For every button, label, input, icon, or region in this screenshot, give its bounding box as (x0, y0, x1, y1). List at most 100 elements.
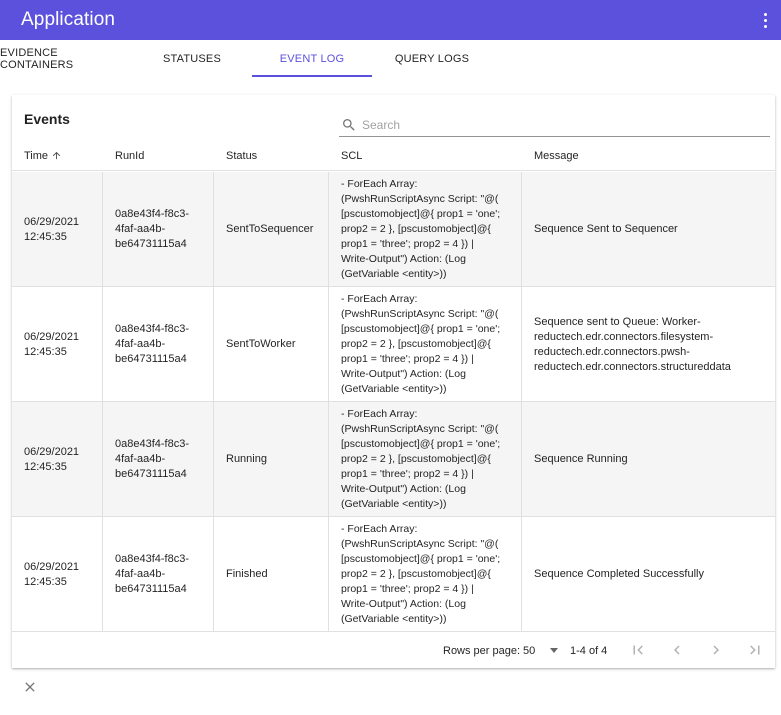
cell-time: 06/29/2021 12:45:35 (12, 402, 103, 517)
status-text: Running (226, 453, 267, 465)
tab-event-log[interactable]: Event Log (252, 40, 372, 77)
time-line: 12:45:35 (24, 460, 67, 473)
message-line: Sequence Running (534, 453, 628, 465)
time-line: 06/29/2021 (24, 215, 80, 228)
cell-status: Running (214, 402, 329, 517)
scl-line: (PwshRunScriptAsync Script: "@( (341, 193, 499, 205)
scl-line: prop1 = 'three'; prop2 = 4 }) | (341, 468, 474, 480)
more-vert-icon[interactable] (757, 8, 773, 32)
status-text: SentToSequencer (226, 223, 314, 235)
tab-query-logs[interactable]: Query Logs (388, 40, 476, 77)
next-page-icon[interactable] (707, 641, 725, 659)
scl-line: Write-Output") Action: (Log (341, 598, 466, 610)
time-line: 12:45:35 (24, 345, 67, 358)
first-page-icon[interactable] (629, 641, 647, 659)
scl-line: - ForEach Array: (341, 523, 418, 535)
scl-line: prop2 = 2 }, [pscustomobject]@{ (341, 338, 491, 350)
cell-status: SentToWorker (214, 287, 329, 402)
table-row[interactable]: 06/29/2021 12:45:35 0a8e43f4-f8c3- 4faf-aa4… (12, 287, 775, 402)
cell-message: Sequence Completed Successfully (522, 517, 775, 632)
runid-line: 0a8e43f4-f8c3- (115, 323, 189, 335)
time-line: 12:45:35 (24, 230, 67, 243)
cell-status: Finished (214, 517, 329, 632)
scl-line: Write-Output") Action: (Log (341, 253, 466, 265)
scl-line: (GetVariable <entity>)) (341, 613, 447, 625)
scl-line: - ForEach Array: (341, 293, 418, 305)
pagination: Rows per page: 50 1-4 of 4 (12, 632, 775, 668)
events-card: Events Time RunId Status SCL Message 06/… (12, 95, 775, 668)
status-text: SentToWorker (226, 338, 296, 350)
column-header-message[interactable]: Message (534, 140, 579, 171)
column-header-scl[interactable]: SCL (341, 140, 362, 171)
scl-line: [pscustomobject]@{ prop1 = 'one'; (341, 438, 501, 450)
cell-message: Sequence sent to Queue: Worker-reductech… (522, 287, 775, 402)
events-title: Events (24, 111, 70, 127)
table-row[interactable]: 06/29/2021 12:45:35 0a8e43f4-f8c3- 4faf-aa4… (12, 172, 775, 287)
scl-line: [pscustomobject]@{ prop1 = 'one'; (341, 323, 501, 335)
tab-statuses[interactable]: Statuses (152, 40, 232, 77)
scl-line: prop1 = 'three'; prop2 = 4 }) | (341, 238, 474, 250)
dropdown-arrow-icon (550, 648, 558, 653)
cell-scl: - ForEach Array: (PwshRunScriptAsync Scri… (329, 517, 522, 632)
runid-line: 4faf-aa4b- (115, 223, 166, 235)
cell-message: Sequence Running (522, 402, 775, 517)
table-header: Time RunId Status SCL Message (12, 140, 775, 171)
last-page-icon[interactable] (746, 641, 764, 659)
scl-line: prop2 = 2 }, [pscustomobject]@{ (341, 568, 491, 580)
runid-line: 0a8e43f4-f8c3- (115, 553, 189, 565)
cell-scl: - ForEach Array: (PwshRunScriptAsync Scri… (329, 402, 522, 517)
runid-line: 0a8e43f4-f8c3- (115, 438, 189, 450)
scl-line: (PwshRunScriptAsync Script: "@( (341, 538, 499, 550)
close-icon[interactable] (22, 679, 38, 695)
scl-line: [pscustomobject]@{ prop1 = 'one'; (341, 208, 501, 220)
cell-time: 06/29/2021 12:45:35 (12, 172, 103, 287)
cell-runid: 0a8e43f4-f8c3- 4faf-aa4b-be64731115a4 (103, 402, 214, 517)
message-line: reductech.edr.connectors.pwsh- (534, 345, 690, 358)
column-header-status[interactable]: Status (226, 140, 257, 171)
search-box (339, 115, 770, 137)
previous-page-icon[interactable] (668, 641, 686, 659)
scl-line: (GetVariable <entity>)) (341, 383, 447, 395)
cell-status: SentToSequencer (214, 172, 329, 287)
table-row[interactable]: 06/29/2021 12:45:35 0a8e43f4-f8c3- 4faf-aa4… (12, 402, 775, 517)
scl-line: prop2 = 2 }, [pscustomobject]@{ (341, 223, 491, 235)
arrow-up-icon (52, 151, 61, 160)
runid-line: be64731115a4 (115, 468, 187, 480)
active-tab-indicator (252, 75, 372, 77)
time-line: 06/29/2021 (24, 560, 80, 573)
message-line: Sequence sent to Queue: Worker- (534, 315, 701, 328)
pagination-range: 1-4 of 4 (570, 645, 608, 657)
scl-line: (GetVariable <entity>)) (341, 268, 447, 280)
scl-line: Write-Output") Action: (Log (341, 368, 466, 380)
scl-line: prop1 = 'three'; prop2 = 4 }) | (341, 353, 474, 365)
message-line: Sequence Completed Successfully (534, 568, 704, 580)
search-input[interactable] (362, 116, 762, 134)
cell-runid: 0a8e43f4-f8c3- 4faf-aa4b-be64731115a4 (103, 172, 214, 287)
runid-line: 0a8e43f4-f8c3- (115, 208, 189, 220)
cell-runid: 0a8e43f4-f8c3- 4faf-aa4b-be64731115a4 (103, 517, 214, 632)
column-header-runid[interactable]: RunId (115, 140, 144, 171)
rows-per-page-label: Rows per page: (443, 645, 521, 657)
message-line: Sequence Sent to Sequencer (534, 223, 678, 235)
runid-line: 4faf-aa4b- (115, 568, 166, 580)
status-text: Finished (226, 568, 268, 580)
tab-evidence-containers[interactable]: Evidence Containers (0, 40, 128, 77)
scl-line: (PwshRunScriptAsync Script: "@( (341, 423, 499, 435)
cell-message: Sequence Sent to Sequencer (522, 172, 775, 287)
tab-bar: Evidence Containers Statuses Event Log Q… (0, 40, 781, 77)
scl-line: prop2 = 2 }, [pscustomobject]@{ (341, 453, 491, 465)
table-row[interactable]: 06/29/2021 12:45:35 0a8e43f4-f8c3- 4faf-aa4… (12, 517, 775, 632)
scl-line: Write-Output") Action: (Log (341, 483, 466, 495)
rows-per-page-select[interactable]: 50 (523, 643, 561, 659)
runid-line: 4faf-aa4b- (115, 338, 166, 350)
runid-line: be64731115a4 (115, 238, 187, 250)
time-line: 12:45:35 (24, 575, 67, 588)
scl-line: - ForEach Array: (341, 178, 418, 190)
column-header-time[interactable]: Time (24, 140, 62, 171)
scl-line: - ForEach Array: (341, 408, 418, 420)
runid-line: 4faf-aa4b- (115, 453, 166, 465)
app-bar: Application (0, 0, 781, 40)
scl-line: (GetVariable <entity>)) (341, 498, 447, 510)
cell-time: 06/29/2021 12:45:35 (12, 517, 103, 632)
runid-line: be64731115a4 (115, 583, 187, 595)
